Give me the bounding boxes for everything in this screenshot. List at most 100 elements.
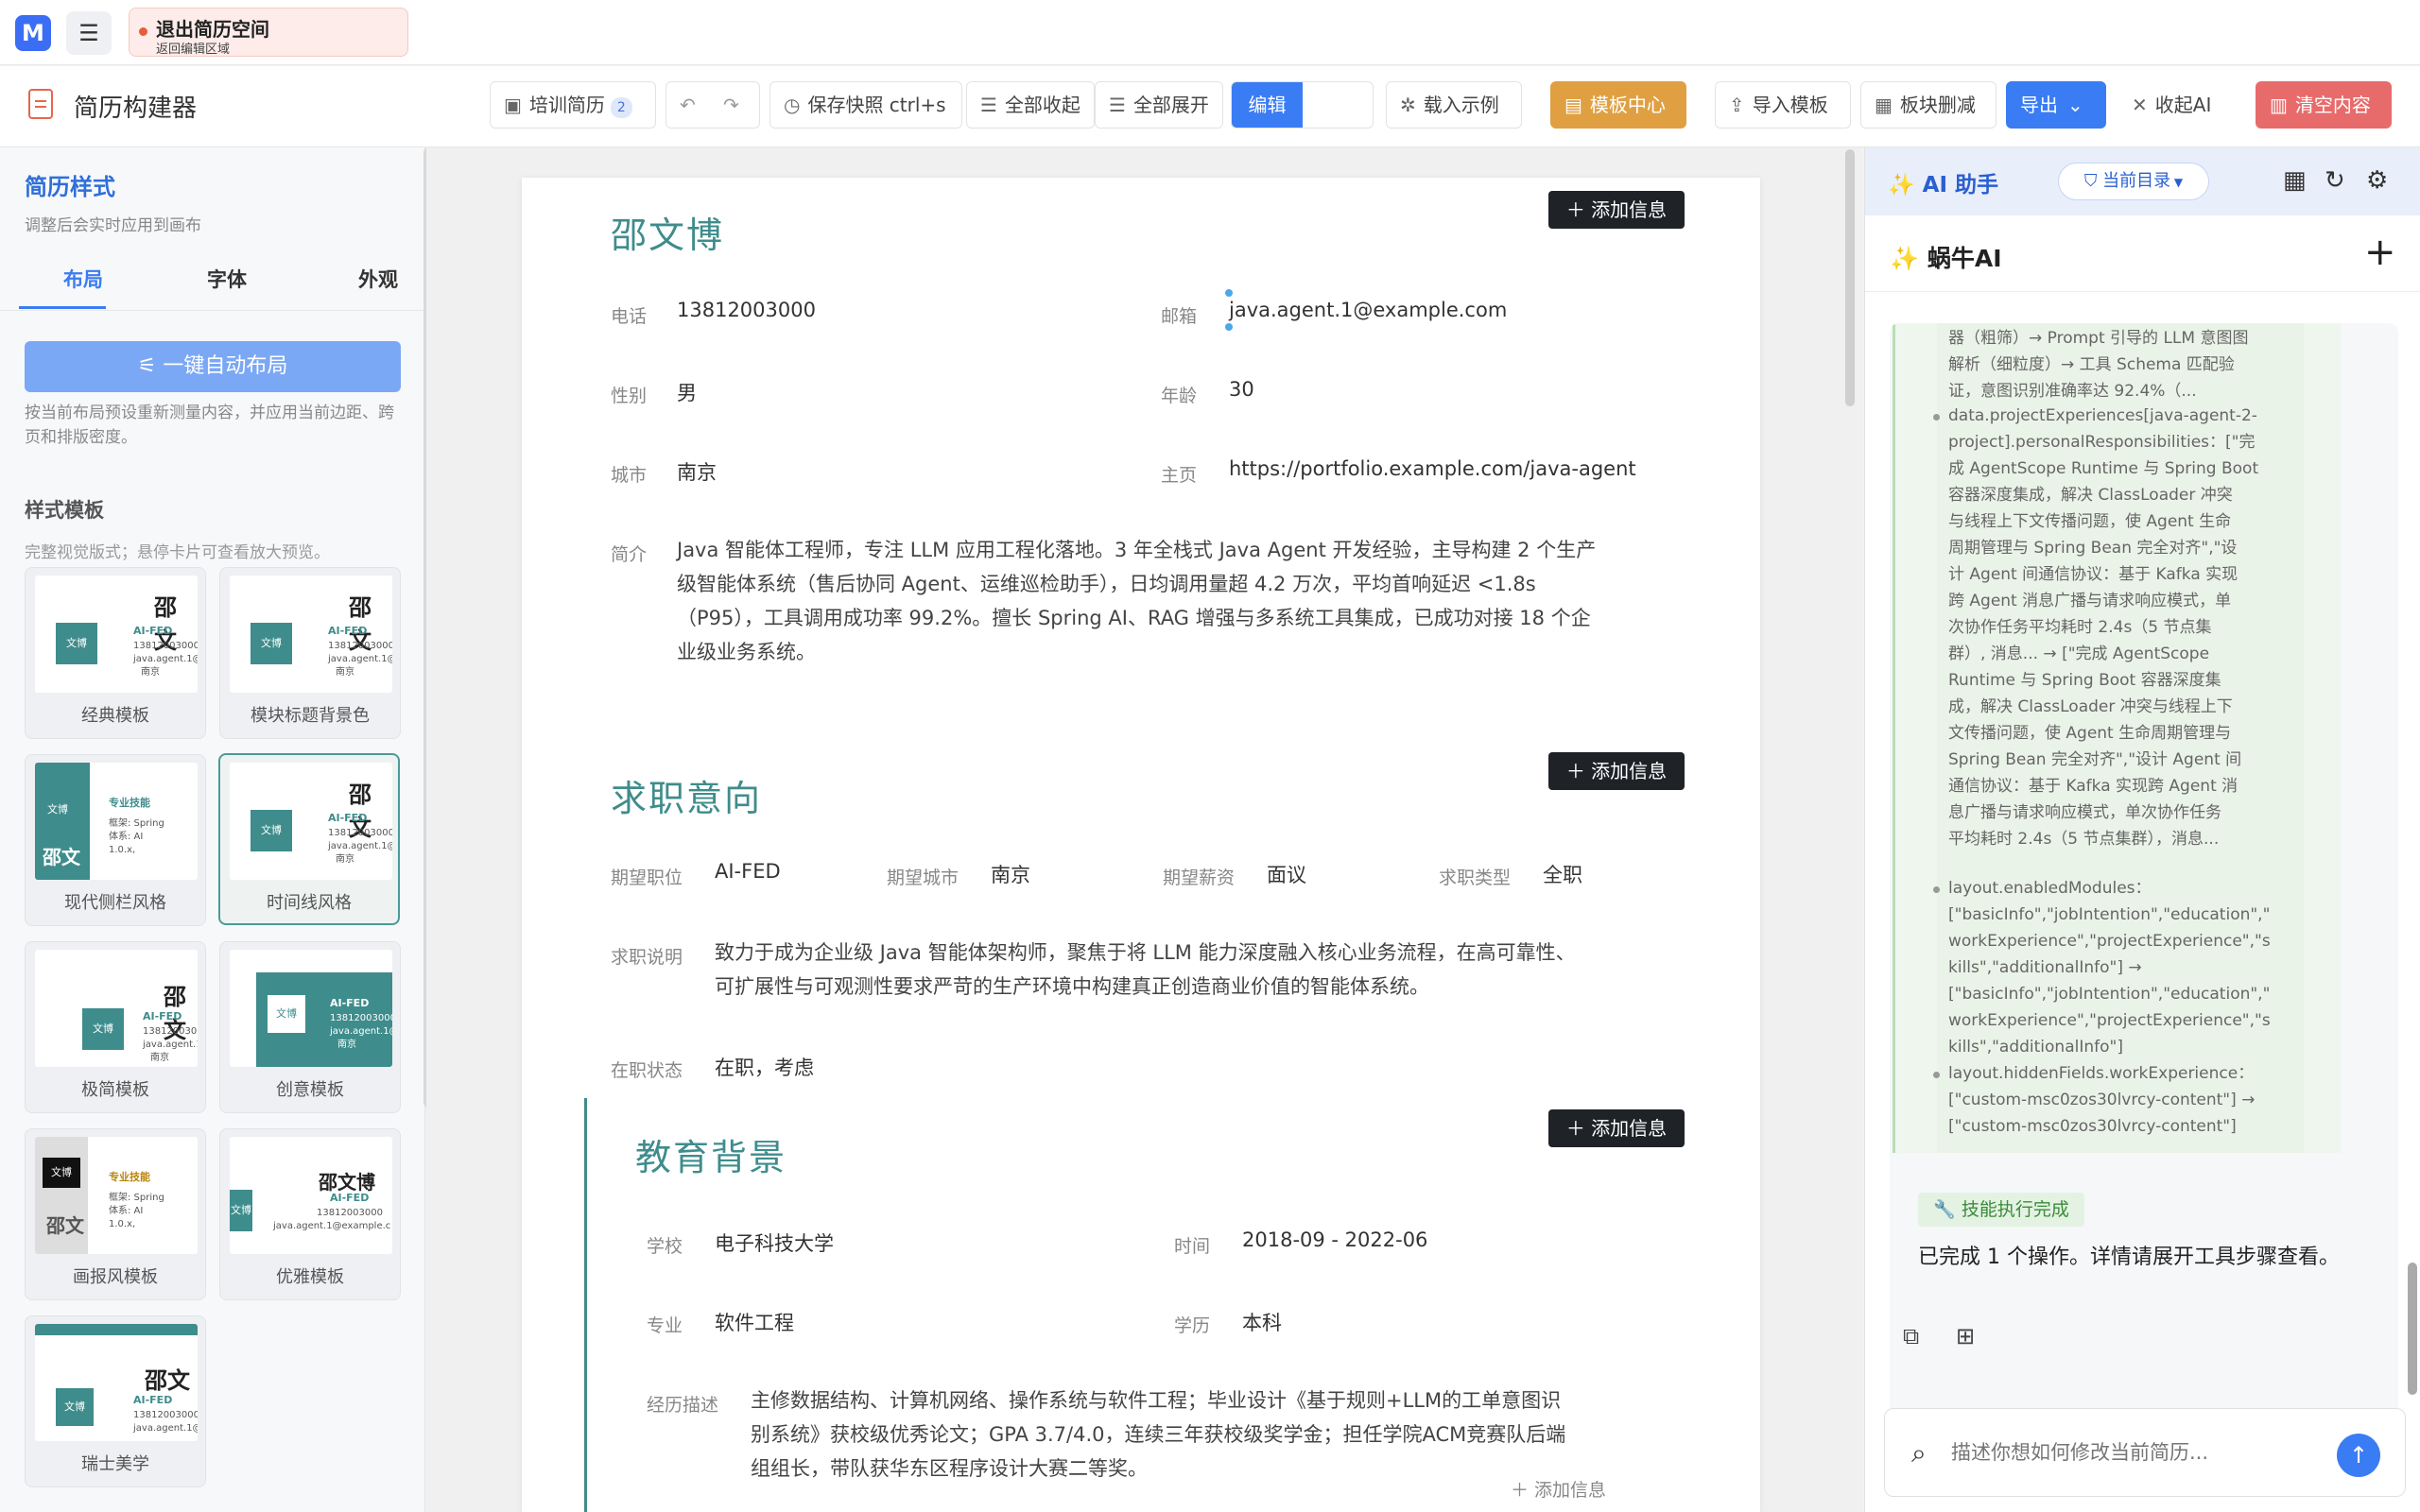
section-title-education[interactable]: 教育背景 bbox=[635, 1128, 786, 1180]
degree-value[interactable]: 本科 bbox=[1242, 1308, 1282, 1336]
load-example-button[interactable]: ✲ 载入示例 bbox=[1386, 81, 1522, 129]
change-item: layout.enabledModules： ["basicInfo","job… bbox=[1948, 875, 2271, 1060]
template-card-timeline[interactable]: 邵文 文博 AI-FED 13812003000 java.agent.1@ex… bbox=[218, 753, 400, 925]
collapse-ai-button[interactable]: ✕ 收起AI bbox=[2118, 81, 2231, 129]
text-line: 致力于成为企业级 Java 智能体架构师，聚焦于将 LLM 能力深度融入核心业务… bbox=[715, 941, 1576, 964]
field-label: 经历描述 bbox=[647, 1395, 719, 1416]
homepage-value[interactable]: https://portfolio.example.com/java-agent bbox=[1229, 457, 1636, 480]
template-card-modern-sidebar[interactable]: 文博 邵文 专业技能 框架: Spring 体系: AI 1.0.x, 现代侧栏… bbox=[25, 754, 206, 926]
intent-city-value[interactable]: 南京 bbox=[991, 860, 1030, 888]
thumb-skill-line: 体系: AI bbox=[109, 832, 144, 842]
auto-layout-button[interactable]: ⚟ 一键自动布局 bbox=[25, 341, 401, 392]
template-card-elegant[interactable]: 邵文博 文博 AI-FED 13812003000 java.agent.1@e… bbox=[219, 1128, 401, 1300]
template-card-poster[interactable]: 文博 邵文 专业技能 框架: Spring 体系: AI 1.0.x, 画报风模… bbox=[25, 1128, 206, 1300]
attach-icon[interactable]: ⌕ bbox=[1911, 1437, 1927, 1469]
history-icon[interactable]: ↻ bbox=[2325, 166, 2345, 195]
text-line: Spring Bean 完全对齐","设计 Agent 间 bbox=[1948, 750, 2242, 769]
city-value[interactable]: 南京 bbox=[677, 457, 717, 486]
plus-icon: ＋ bbox=[1565, 198, 1592, 221]
intent-desc-text[interactable]: 致力于成为企业级 Java 智能体架构师，聚焦于将 LLM 能力深度融入核心业务… bbox=[715, 936, 1660, 1004]
add-info-label: 添加信息 bbox=[1591, 198, 1668, 221]
add-info-button[interactable]: ＋ 添加信息 bbox=[1548, 752, 1685, 790]
text-line: data.projectExperiences[java-agent-2- bbox=[1948, 406, 2257, 425]
text-line: 成，解决 ClassLoader 冲突与线程上下 bbox=[1948, 697, 2233, 716]
thumb-email: java.agent.1@ex bbox=[133, 654, 198, 664]
send-button[interactable]: ↑ bbox=[2337, 1434, 2380, 1477]
edu-time-value[interactable]: 2018-09 - 2022-06 bbox=[1242, 1228, 1427, 1251]
phone-value[interactable]: 13812003000 bbox=[677, 299, 816, 321]
add-info-link[interactable]: ＋ 添加信息 bbox=[1511, 1476, 1606, 1502]
email-value[interactable]: java.agent.1@example.com bbox=[1229, 299, 1507, 321]
edu-desc-text[interactable]: 主修数据结构、计算机网络、操作系统与软件工程；毕业设计《基于规则+LLM的工单意… bbox=[751, 1383, 1658, 1486]
intent-type-value[interactable]: 全职 bbox=[1543, 860, 1582, 888]
preview-tab[interactable]: 预览 bbox=[1232, 128, 1303, 129]
edit-tab[interactable]: 编辑 bbox=[1232, 82, 1303, 128]
tab-layout[interactable]: 布局 bbox=[17, 253, 149, 306]
save-snapshot-button[interactable]: ◷ 保存快照 ctrl+s bbox=[769, 81, 962, 129]
template-card-creative[interactable]: 文博 AI-FED 13812003000 java.agent.1@ex 南京… bbox=[219, 941, 401, 1113]
text-line: layout.enabledModules： bbox=[1948, 879, 2152, 898]
field-label: 学校 bbox=[647, 1236, 683, 1257]
template-card-section-bg[interactable]: 邵文 文博 AI-FED 13812003000 java.agent.1@ex… bbox=[219, 567, 401, 739]
intent-salary-value[interactable]: 面议 bbox=[1267, 860, 1306, 888]
intent-position-value[interactable]: AI-FED bbox=[715, 860, 781, 883]
text-line: 文传播问题，使 Agent 生命周期管理与 bbox=[1948, 724, 2232, 743]
active-section-bar bbox=[584, 1098, 587, 1512]
new-chat-icon[interactable]: + bbox=[2364, 231, 2396, 274]
template-thumbnail: 文博 邵文 专业技能 框架: Spring 体系: AI 1.0.x, bbox=[35, 1137, 198, 1254]
grid-icon[interactable]: ▦ bbox=[2283, 166, 2307, 195]
train-resume-button[interactable]: ▣ 培训简历 2 bbox=[490, 81, 656, 129]
gear-icon[interactable]: ⚙ bbox=[2366, 166, 2388, 195]
sparkle-icon: ✨ bbox=[1888, 173, 1923, 198]
briefcase-icon: ▣ bbox=[504, 94, 522, 116]
text-line: 息广播与请求响应模式，单次协作任务 bbox=[1948, 803, 2221, 822]
app-logo[interactable]: M bbox=[15, 15, 51, 51]
canvas-scrollbar[interactable] bbox=[1845, 149, 1855, 406]
template-label: 瑞士美学 bbox=[81, 1454, 149, 1474]
close-icon: ✕ bbox=[2132, 94, 2148, 116]
section-title-intent[interactable]: 求职意向 bbox=[611, 769, 762, 821]
ai-scrollbar[interactable] bbox=[2408, 1263, 2417, 1395]
undo-icon[interactable]: ↶ bbox=[680, 82, 696, 128]
age-value[interactable]: 30 bbox=[1229, 378, 1254, 401]
expand-all-button[interactable]: ☰ 全部展开 bbox=[1095, 81, 1223, 129]
template-thumbnail: 邵文 文博 AI-FED 13812003000 java.agent.1@ex… bbox=[35, 950, 198, 1067]
text-line: project].personalResponsibilities：["完 bbox=[1948, 433, 2256, 452]
exit-title: 退出简历空间 bbox=[156, 18, 269, 41]
block-edit-button[interactable]: ▦ 板块删减 bbox=[1860, 81, 1996, 129]
template-card-swiss[interactable]: 邵文 文博 AI-FED 13812003000 java.agent.1@ex… bbox=[25, 1315, 206, 1487]
intro-text[interactable]: Java 智能体工程师，专注 LLM 应用工程化落地。3 年全栈式 Java A… bbox=[677, 533, 1660, 669]
copy-icon[interactable]: ⧉ bbox=[1903, 1323, 1919, 1349]
clear-content-button[interactable]: ▥ 清空内容 bbox=[2256, 81, 2392, 129]
chat-input[interactable] bbox=[1951, 1434, 2310, 1471]
current-directory-dropdown[interactable]: ⛉ 当前目录 ▼ bbox=[2058, 163, 2209, 200]
redo-icon[interactable]: ↷ bbox=[723, 82, 739, 128]
bullet-icon bbox=[1933, 414, 1940, 421]
exit-resume-space-button[interactable]: 退出简历空间 返回编辑区域 bbox=[129, 8, 408, 57]
plus-icon: ＋ bbox=[1565, 760, 1592, 782]
add-info-button[interactable]: ＋ 添加信息 bbox=[1548, 191, 1685, 229]
export-button[interactable]: 导出 ⌄ bbox=[2006, 81, 2106, 129]
major-value[interactable]: 软件工程 bbox=[715, 1308, 794, 1336]
text-line: ["custom-msc0zos30lvrcy-content"] bbox=[1948, 1117, 2237, 1136]
school-value[interactable]: 电子科技大学 bbox=[715, 1228, 834, 1257]
skill-complete-badge[interactable]: 🔧 技能执行完成 bbox=[1918, 1193, 2084, 1227]
status-value[interactable]: 在职，考虑 bbox=[715, 1053, 814, 1081]
resume-name[interactable]: 邵文博 bbox=[611, 206, 724, 258]
thumb-phone: 13812003000 bbox=[317, 1208, 383, 1218]
import-template-button[interactable]: ⇪ 导入模板 bbox=[1715, 81, 1851, 129]
template-card-minimal[interactable]: 邵文 文博 AI-FED 13812003000 java.agent.1@ex… bbox=[25, 941, 206, 1113]
template-card-classic[interactable]: 邵文 文博 AI-FED 13812003000 java.agent.1@ex… bbox=[25, 567, 206, 739]
collapse-all-button[interactable]: ☰ 全部收起 bbox=[966, 81, 1095, 129]
insert-document-icon[interactable]: ⊞ bbox=[1956, 1323, 1975, 1349]
chevron-down-icon: ⌄ bbox=[2067, 94, 2083, 116]
template-center-button[interactable]: ▤ 模板中心 bbox=[1550, 81, 1686, 129]
thumb-email: java.agent.1@example.c bbox=[273, 1221, 391, 1231]
thumb-name: 邵文 bbox=[145, 1367, 190, 1394]
add-info-button[interactable]: ＋ 添加信息 bbox=[1548, 1109, 1685, 1147]
gender-value[interactable]: 男 bbox=[677, 378, 697, 406]
hamburger-menu-icon[interactable]: ☰ bbox=[66, 11, 112, 55]
thumb-avatar: 文博 bbox=[56, 1388, 94, 1426]
tab-font[interactable]: 字体 bbox=[161, 253, 293, 306]
collapse-all-label: 全部收起 bbox=[1004, 94, 1080, 116]
